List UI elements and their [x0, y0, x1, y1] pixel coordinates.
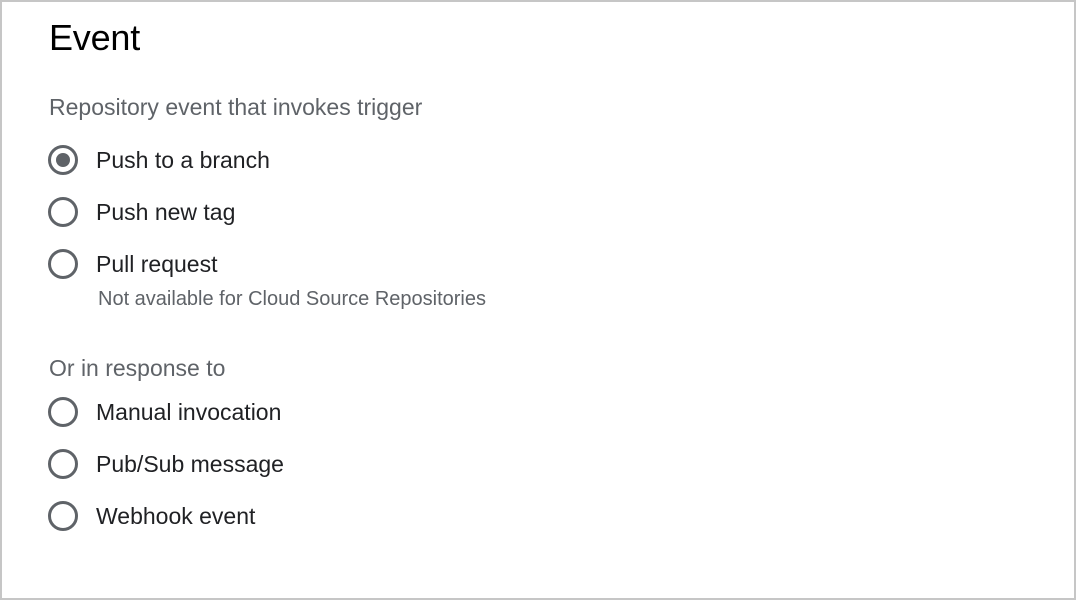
section-title: Event: [49, 17, 141, 58]
radio-button-unchecked-icon[interactable]: [48, 501, 78, 531]
response-to-label: Or in response to: [49, 355, 226, 381]
radio-button-unchecked-icon[interactable]: [48, 397, 78, 427]
radio-option-label: Push new tag: [96, 199, 236, 225]
pull-request-hint: Not available for Cloud Source Repositor…: [98, 288, 486, 310]
radio-button-unchecked-icon[interactable]: [48, 249, 78, 279]
radio-button-checked-icon[interactable]: [48, 145, 78, 175]
event-panel: Event Repository event that invokes trig…: [0, 0, 1076, 600]
radio-option-label: Pub/Sub message: [96, 451, 284, 477]
radio-option-webhook-event[interactable]: Webhook event: [48, 499, 255, 533]
radio-option-push-new-tag[interactable]: Push new tag: [48, 195, 235, 229]
radio-button-unchecked-icon[interactable]: [48, 449, 78, 479]
radio-option-label: Pull request: [96, 251, 218, 277]
repository-event-label: Repository event that invokes trigger: [49, 94, 423, 120]
radio-option-manual-invocation[interactable]: Manual invocation: [48, 395, 281, 429]
radio-option-pull-request[interactable]: Pull request: [48, 247, 217, 281]
radio-option-pubsub-message[interactable]: Pub/Sub message: [48, 447, 284, 481]
radio-option-push-to-branch[interactable]: Push to a branch: [48, 143, 270, 177]
radio-option-label: Push to a branch: [96, 147, 270, 173]
radio-option-label: Manual invocation: [96, 399, 282, 425]
radio-option-label: Webhook event: [96, 503, 256, 529]
radio-button-unchecked-icon[interactable]: [48, 197, 78, 227]
